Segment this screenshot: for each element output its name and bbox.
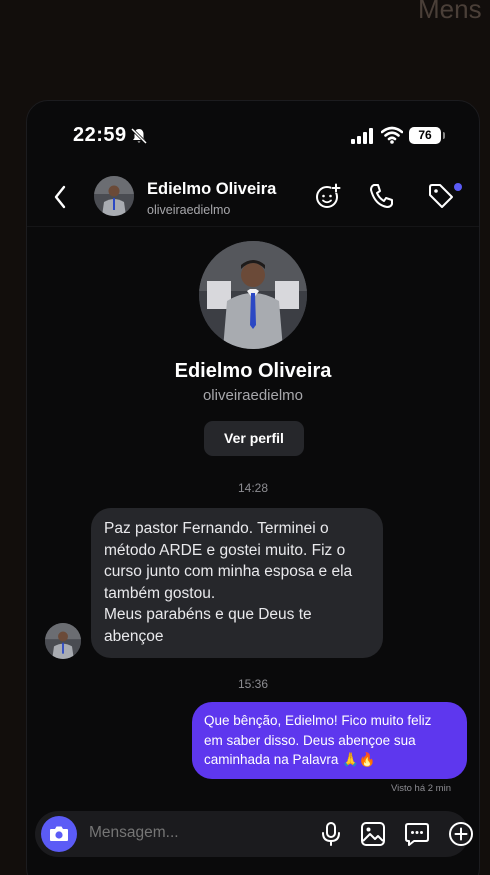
message-line: em saber disso. Deus abençoe sua [204, 732, 416, 748]
message-line: abençoe [104, 627, 164, 645]
background-page-title: Mens [418, 0, 482, 24]
plus-icon[interactable] [448, 821, 474, 847]
sticker-icon[interactable] [404, 821, 430, 847]
status-time: 22:59 [73, 124, 127, 146]
message-line: caminhada na Palavra 🙏🔥 [204, 752, 376, 767]
person-photo-icon [45, 623, 81, 659]
message-timestamp: 14:28 [237, 481, 269, 495]
header-contact-username[interactable]: oliveiraedielmo [147, 203, 230, 217]
phone-icon[interactable] [367, 181, 397, 211]
tag-icon[interactable] [426, 181, 456, 211]
message-line: Meus parabéns e que Deus te [104, 606, 312, 623]
message-line: também gostou. [104, 584, 216, 602]
add-emoji-icon[interactable] [313, 181, 343, 211]
profile-avatar[interactable] [199, 241, 307, 349]
back-chevron-icon[interactable] [51, 183, 69, 211]
bell-slash-icon [130, 127, 148, 145]
image-icon[interactable] [360, 821, 386, 847]
notification-dot [454, 183, 462, 191]
message-line: curso junto com minha esposa e ela [104, 563, 353, 580]
person-photo-icon [94, 176, 134, 216]
signal-icon [351, 128, 373, 144]
view-profile-button[interactable]: Ver perfil [204, 421, 304, 456]
battery-icon: 76 [409, 127, 445, 144]
profile-username: oliveiraedielmo [202, 387, 304, 404]
message-line: Que bênção, Edielmo! Fico muito feliz [204, 713, 432, 728]
outgoing-message-bubble[interactable]: Que bênção, Edielmo! Fico muito feliz em… [192, 702, 467, 779]
message-line: Paz pastor Fernando. Terminei o [104, 520, 329, 537]
profile-name: Edielmo Oliveira [174, 360, 332, 382]
seen-status: Visto há 2 min [390, 783, 451, 794]
chat-header: Edielmo Oliveira oliveiraedielmo [27, 171, 479, 227]
message-input[interactable] [89, 824, 279, 842]
sender-avatar[interactable] [45, 623, 81, 659]
status-bar: 22:59 76 [27, 101, 479, 171]
header-contact-name[interactable]: Edielmo Oliveira [147, 180, 276, 199]
camera-button[interactable] [41, 816, 77, 852]
message-timestamp: 15:36 [237, 677, 269, 691]
wifi-icon [381, 126, 403, 144]
camera-icon [50, 826, 68, 841]
incoming-message-bubble[interactable]: Paz pastor Fernando. Terminei o método A… [91, 508, 383, 658]
header-avatar[interactable] [94, 176, 134, 216]
person-photo-icon [199, 241, 307, 349]
message-line: método ARDE e gostei muito. Fiz o [104, 541, 346, 559]
chat-window: 22:59 76 Edielmo Oliveira oliveiraedielm… [26, 100, 480, 875]
message-composer [35, 811, 473, 857]
microphone-icon[interactable] [318, 821, 344, 847]
